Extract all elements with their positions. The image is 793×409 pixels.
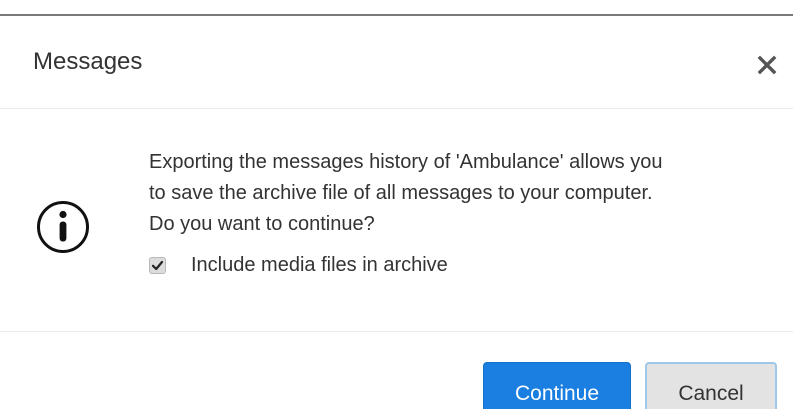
message-line: Exporting the messages history of 'Ambul…: [149, 151, 663, 173]
message-line: to save the archive file of all messages…: [149, 182, 653, 204]
message-line: Do you want to continue?: [149, 213, 375, 235]
close-icon: [757, 55, 777, 75]
dialog-title: Messages: [33, 48, 143, 75]
info-icon: [37, 201, 89, 253]
include-media-checkbox[interactable]: [149, 256, 166, 274]
include-media-label[interactable]: Include media files in archive: [191, 252, 448, 278]
export-messages-dialog: Messages Exporting the messages history …: [0, 16, 793, 409]
include-media-option: Include media files in archive: [149, 252, 448, 278]
dialog-footer: Continue Cancel: [0, 331, 793, 409]
dialog-header: Messages: [0, 16, 793, 109]
continue-button[interactable]: Continue: [483, 362, 631, 409]
dialog-body: Exporting the messages history of 'Ambul…: [0, 109, 793, 331]
page: Messages Exporting the messages history …: [0, 0, 793, 409]
close-button[interactable]: [752, 50, 782, 80]
cancel-button[interactable]: Cancel: [645, 362, 777, 409]
dialog-message: Exporting the messages history of 'Ambul…: [149, 147, 779, 240]
checkmark-icon: [151, 260, 164, 270]
